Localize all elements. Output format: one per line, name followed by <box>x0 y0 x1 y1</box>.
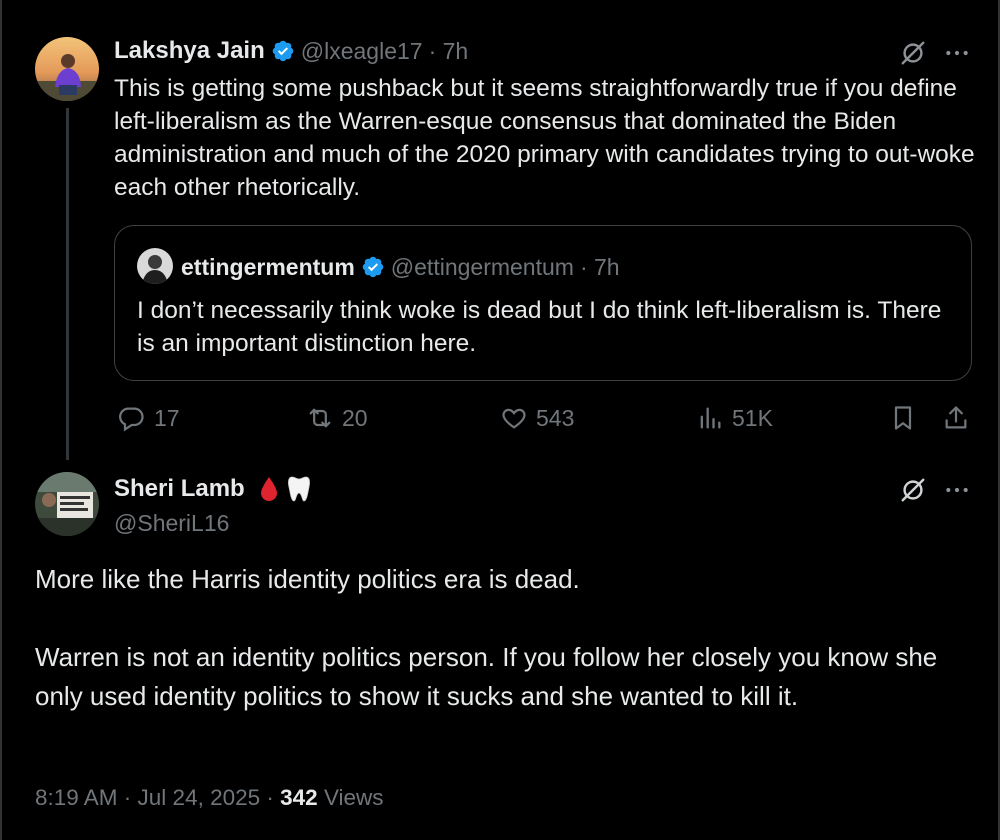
bookmark-icon <box>894 406 912 430</box>
avatar-sheri-lamb[interactable] <box>35 472 99 536</box>
bookmark-button[interactable] <box>889 398 925 438</box>
like-button[interactable]: 543 <box>500 398 574 438</box>
like-count: 543 <box>536 404 575 431</box>
share-button[interactable] <box>942 398 978 438</box>
tweet-text: More like the Harris identity politics e… <box>35 560 975 755</box>
grok-icon[interactable] <box>898 475 928 505</box>
verified-badge-icon <box>361 255 385 279</box>
author-name[interactable]: Sheri Lamb <box>114 475 245 503</box>
reply-count: 17 <box>154 404 180 431</box>
avatar-lakshya-jain[interactable] <box>35 37 99 101</box>
quoted-tweet-text: I don’t necessarily think woke is dead b… <box>137 297 942 357</box>
quoted-author-handle[interactable]: @ettingermentum <box>391 254 574 281</box>
quoted-tweet-time[interactable]: · 7h <box>580 254 620 281</box>
repost-button[interactable]: 20 <box>306 398 368 438</box>
views-label: Views <box>317 785 384 810</box>
thread-connector-line <box>66 108 69 460</box>
author-name[interactable]: Lakshya Jain <box>114 37 265 65</box>
author-handle[interactable]: @lxeagle17 <box>301 38 423 65</box>
views-button[interactable]: 51K <box>696 398 773 438</box>
tweet-text: This is getting some pushback but it see… <box>114 75 975 201</box>
repost-icon <box>309 408 331 428</box>
tweet-time[interactable]: · 7h <box>429 38 469 65</box>
views-icon <box>700 407 721 429</box>
verified-badge-icon <box>271 39 295 63</box>
tweet-timestamp[interactable]: 8:19 AM · Jul 24, 2025 · <box>35 785 280 810</box>
blood-drop-icon <box>259 476 279 502</box>
tweet-meta: 8:19 AM · Jul 24, 2025 · 342 Views <box>35 785 384 811</box>
reply-button[interactable]: 17 <box>118 398 180 438</box>
share-icon <box>945 406 967 429</box>
quoted-tweet-card[interactable]: ettingermentum @ettingermentum · 7h I do… <box>114 225 972 381</box>
repost-count: 20 <box>342 404 368 431</box>
avatar-ettingermentum[interactable] <box>137 248 173 284</box>
more-icon[interactable] <box>942 38 972 68</box>
tweet-action-bar: 17 20 543 51K <box>114 398 972 438</box>
author-handle[interactable]: @SheriL16 <box>114 508 229 538</box>
tooth-icon <box>287 475 311 503</box>
tweet-paragraph: More like the Harris identity politics e… <box>35 564 580 594</box>
conversation-panel: Lakshya Jain @lxeagle17 · 7h This is get… <box>0 0 1000 840</box>
quoted-author-name[interactable]: ettingermentum <box>181 254 355 281</box>
like-icon <box>502 408 526 429</box>
grok-icon[interactable] <box>898 38 928 68</box>
more-icon[interactable] <box>942 475 972 505</box>
tweet-paragraph: Warren is not an identity politics perso… <box>35 642 938 711</box>
view-count: 342 <box>280 785 318 810</box>
views-count: 51K <box>732 404 773 431</box>
reply-icon <box>119 407 144 432</box>
